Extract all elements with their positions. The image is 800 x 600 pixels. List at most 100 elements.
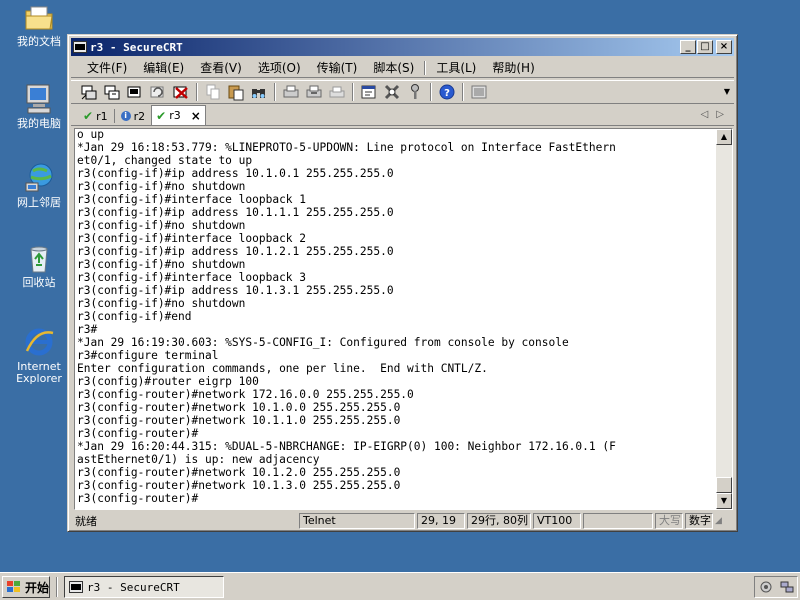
terminal-line: *Jan 29 16:20:44.315: %DUAL-5-NBRCHANGE:… [77, 440, 616, 453]
menu-script[interactable]: 脚本(S) [365, 59, 422, 76]
terminal-line: astEthernet0/1) is up: new adjacency [77, 453, 320, 466]
vertical-scrollbar[interactable]: ▲ ▼ [716, 129, 732, 509]
network-icon [25, 163, 53, 192]
resize-grip-icon[interactable]: ◢ [715, 516, 722, 526]
menu-file[interactable]: 文件(F) [79, 59, 135, 76]
paste-icon[interactable] [226, 82, 246, 102]
session-options-icon[interactable] [359, 82, 379, 102]
terminal-line: r3(config-if)#ip address 10.1.2.1 255.25… [77, 245, 394, 258]
desktop-icon-my-documents[interactable]: 我的文档 [4, 2, 74, 48]
menu-transfer[interactable]: 传输(T) [309, 59, 366, 76]
internet-explorer-icon [25, 328, 54, 356]
connect-tab-icon[interactable] [125, 82, 145, 102]
sound-icon[interactable] [759, 580, 773, 594]
terminal-line: r3(config-if)#interface loopback 1 [77, 193, 307, 206]
tab-r1[interactable]: ✔ r1 [79, 107, 112, 125]
toolbar-separator [462, 83, 464, 101]
tab-next-icon[interactable]: ▷ [716, 109, 724, 120]
tab-prev-icon[interactable]: ◁ [701, 109, 709, 120]
desktop-icon-my-computer[interactable]: 我的电脑 [4, 82, 74, 130]
scroll-thumb[interactable] [716, 477, 732, 493]
start-button[interactable]: 开始 [2, 576, 50, 598]
print-setup-icon[interactable] [281, 82, 301, 102]
maximize-button[interactable]: □ [697, 40, 713, 54]
status-size: 29行, 80列 [467, 513, 531, 529]
scroll-down-icon[interactable]: ▼ [716, 493, 732, 509]
tab-r3[interactable]: ✔ r3 × [151, 105, 206, 125]
terminal-line: r3(config-router)#network 172.16.0.0 255… [77, 388, 414, 401]
disconnect-icon[interactable] [171, 82, 191, 102]
terminal-line: r3(config-if)#ip address 10.1.0.1 255.25… [77, 167, 394, 180]
menu-tools[interactable]: 工具(L) [428, 59, 484, 76]
toolbar-separator [430, 83, 432, 101]
terminal-output: o up *Jan 29 16:18:53.779: %LINEPROTO-5-U… [77, 128, 717, 505]
terminal-line: *Jan 29 16:19:30.603: %SYS-5-CONFIG_I: C… [77, 336, 569, 349]
menu-view[interactable]: 查看(V) [192, 59, 250, 76]
toolbar-separator [352, 83, 354, 101]
print-screen-icon[interactable] [304, 82, 324, 102]
desktop-icon-internet-explorer[interactable]: Internet Explorer [4, 325, 74, 385]
key-icon[interactable] [405, 82, 425, 102]
menu-bar: 文件(F) 编辑(E) 查看(V) 选项(O) 传输(T) 脚本(S) 工具(L… [71, 58, 734, 78]
desktop-icon-label: 网上邻居 [17, 196, 61, 209]
toolbar-separator [274, 83, 276, 101]
toolbar-separator [196, 83, 198, 101]
terminal-area[interactable]: o up *Jan 29 16:18:53.779: %LINEPROTO-5-U… [74, 128, 733, 510]
title-bar[interactable]: r3 - SecureCRT _ □ × [71, 38, 734, 56]
desktop-icon-network[interactable]: 网上邻居 [4, 161, 74, 209]
info-icon: i [120, 111, 131, 121]
status-cursor: 29, 19 [417, 513, 465, 529]
print-icon[interactable] [327, 82, 347, 102]
connect-icon[interactable] [79, 82, 99, 102]
terminal-line: r3(config-if)#ip address 10.1.1.1 255.25… [77, 206, 394, 219]
terminal-line: r3(config-router)# [77, 427, 199, 440]
terminal-line: r3(config-router)#network 10.1.0.0 255.2… [77, 401, 401, 414]
window-title: r3 - SecureCRT [90, 40, 183, 54]
desktop-icon-recycle-bin[interactable]: 回收站 [4, 243, 74, 289]
global-options-icon[interactable] [382, 82, 402, 102]
terminal-line: r3# [77, 323, 98, 336]
close-button[interactable]: × [716, 40, 732, 54]
toolbar: ? ▼ [71, 80, 734, 104]
status-caps: 大写 [655, 513, 683, 529]
menu-options[interactable]: 选项(O) [250, 59, 309, 76]
terminal-line: Enter configuration commands, one per li… [77, 362, 488, 375]
terminal-line: o up [77, 128, 104, 141]
help-icon[interactable]: ? [437, 82, 457, 102]
status-num: 数字 [685, 513, 713, 529]
tab-close-icon[interactable]: × [191, 109, 201, 123]
terminal-line: r3(config-if)#no shutdown [77, 180, 246, 193]
quick-connect-icon[interactable] [102, 82, 122, 102]
status-empty [583, 513, 653, 529]
scroll-up-icon[interactable]: ▲ [716, 129, 732, 145]
menu-help[interactable]: 帮助(H) [484, 59, 542, 76]
terminal-line: r3#configure terminal [77, 349, 219, 362]
tab-label: r3 [169, 109, 181, 122]
terminal-app-icon [69, 581, 83, 593]
securecrt-window: r3 - SecureCRT _ □ × 文件(F) 编辑(E) 查看(V) 选… [67, 34, 738, 532]
find-icon[interactable] [249, 82, 269, 102]
copy-icon[interactable] [203, 82, 223, 102]
taskbar-item-securecrt[interactable]: r3 - SecureCRT [64, 576, 224, 598]
tab-separator [113, 109, 115, 123]
windows-logo-icon [7, 581, 20, 592]
terminal-line: r3(config-router)#network 10.1.1.0 255.2… [77, 414, 401, 427]
terminal-line: r3(config-if)#no shutdown [77, 258, 246, 271]
toolbar-overflow-icon[interactable]: ▼ [724, 87, 730, 96]
desktop-icon-label: 我的电脑 [17, 117, 61, 130]
system-tray [754, 576, 798, 598]
recycle-bin-icon [30, 246, 48, 273]
keymap-icon[interactable] [469, 82, 489, 102]
reconnect-icon[interactable] [148, 82, 168, 102]
terminal-line: r3(config-router)# [77, 492, 199, 505]
terminal-line: r3(config-router)#network 10.1.2.0 255.2… [77, 466, 401, 479]
minimize-button[interactable]: _ [680, 40, 696, 54]
taskbar: 开始 r3 - SecureCRT [0, 572, 800, 600]
session-tabs: ✔ r1 i r2 ✔ r3 × ◁ ▷ [71, 105, 734, 126]
tab-r2[interactable]: i r2 [117, 107, 150, 125]
menu-edit[interactable]: 编辑(E) [135, 59, 192, 76]
terminal-line: r3(config)#router eigrp 100 [77, 375, 259, 388]
terminal-line: r3(config-if)#end [77, 310, 192, 323]
network-tray-icon[interactable] [780, 580, 794, 594]
desktop-icon-label: 回收站 [22, 276, 56, 289]
